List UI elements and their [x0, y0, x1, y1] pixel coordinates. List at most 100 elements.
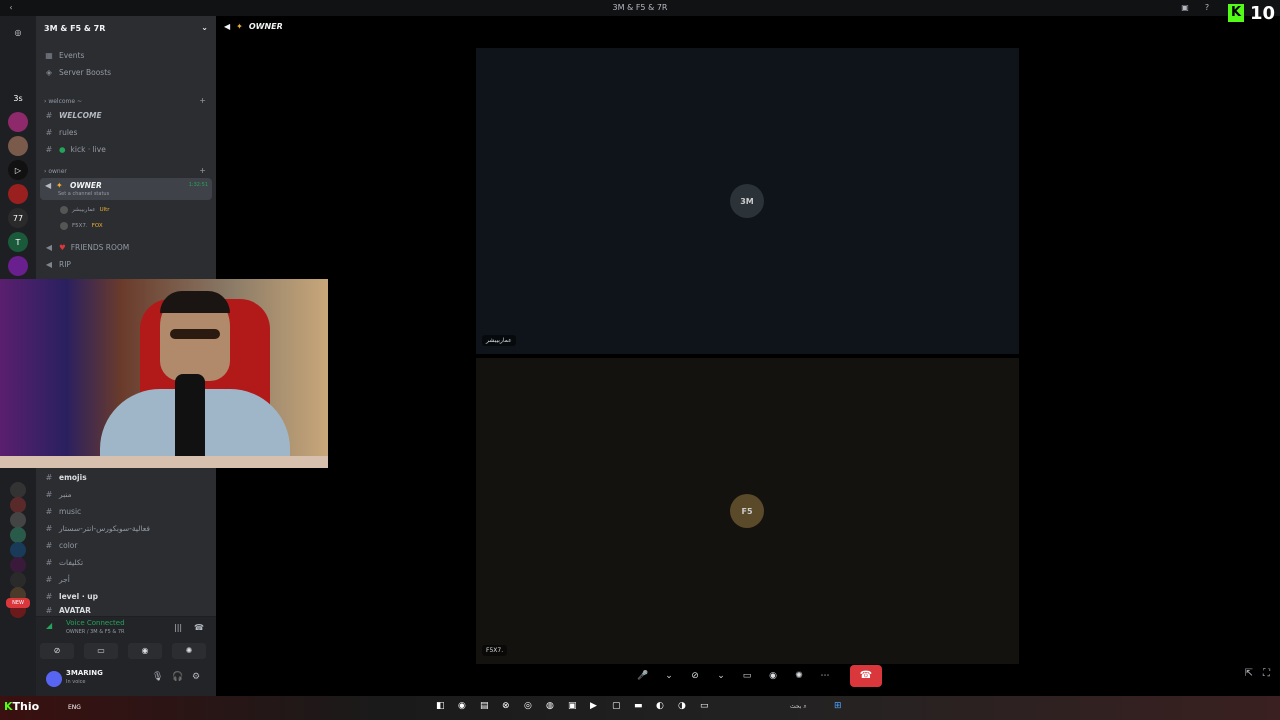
app-icon[interactable]: ▤: [480, 701, 489, 711]
server-icon[interactable]: 77: [8, 208, 28, 228]
voice-channel-rip[interactable]: ◀ RIP: [44, 257, 71, 271]
app-icon[interactable]: ◉: [458, 701, 466, 711]
voice-location[interactable]: OWNER / 3M & F5 & 7R: [66, 629, 124, 635]
firefox-icon[interactable]: ◐: [656, 701, 664, 711]
call-controls: 🎤 ⌄ ⊘ ⌄ ▭ ◉ ✺ ⋯ ☎: [636, 665, 882, 687]
server-icon[interactable]: [8, 256, 28, 276]
gear-icon[interactable]: ⚙: [192, 672, 200, 682]
participant-tile[interactable]: F5 F5X7.: [476, 358, 1019, 664]
app-icon[interactable]: ▭: [700, 701, 709, 711]
help-icon[interactable]: ?: [1202, 3, 1212, 13]
disconnect-icon[interactable]: ☎: [194, 623, 204, 632]
server-icon[interactable]: [8, 184, 28, 204]
add-channel-icon[interactable]: +: [199, 96, 206, 105]
title-bar: ‹ 3M & F5 & 7R ▣ ?: [0, 0, 1280, 16]
torn-edge: [0, 456, 328, 468]
screen-share-icon[interactable]: ▭: [740, 669, 754, 683]
server-boosts-item[interactable]: ◈ Server Boosts: [44, 65, 111, 79]
more-icon[interactable]: ⋯: [818, 669, 832, 683]
category-welcome[interactable]: › welcome ~: [44, 98, 82, 105]
discord-icon[interactable]: ◎: [524, 701, 532, 711]
minecraft-icon[interactable]: ▣: [568, 701, 577, 711]
sunglasses: [170, 329, 220, 339]
events-item[interactable]: ▦ Events: [44, 48, 84, 62]
camera-off-button[interactable]: ⊘: [40, 643, 74, 659]
add-channel-icon[interactable]: +: [199, 166, 206, 175]
server-icon[interactable]: [10, 497, 26, 513]
folder-icon[interactable]: ▬: [634, 701, 643, 711]
chrome-icon[interactable]: ◍: [546, 701, 554, 711]
server-icon[interactable]: [10, 512, 26, 528]
server-header[interactable]: 3M & F5 & 7R ⌄: [36, 16, 216, 40]
green-dot-icon: ●: [59, 144, 66, 154]
server-icon[interactable]: ▷: [8, 160, 28, 180]
hash-icon: #: [45, 506, 53, 516]
headphones-icon[interactable]: 🎧: [172, 672, 183, 682]
channel-kick-live[interactable]: # ● kick · live: [44, 142, 106, 156]
channel-color[interactable]: # color: [44, 538, 78, 552]
channel-takleefat[interactable]: # تكليفات: [44, 555, 83, 569]
inbox-icon[interactable]: ▣: [1180, 3, 1190, 13]
fullscreen-icon[interactable]: ⛶: [1263, 668, 1270, 679]
new-badge: NEW: [6, 598, 30, 608]
taskbar-search[interactable]: بحث ⌕: [790, 703, 807, 711]
screen-share-button[interactable]: ▭: [84, 643, 118, 659]
channel-ajr[interactable]: # أجر: [44, 572, 70, 586]
camera-off-icon[interactable]: ⊘: [688, 669, 702, 683]
channel-minbar[interactable]: # منبر: [44, 487, 72, 501]
server-icon[interactable]: [10, 482, 26, 498]
channel-event[interactable]: # فعالية-سوبكورس-انتر-سستار: [44, 521, 150, 535]
activity-icon[interactable]: ◉: [766, 669, 780, 683]
channel-level-up[interactable]: # level · up: [44, 589, 98, 603]
hash-icon: #: [45, 523, 53, 533]
voice-member[interactable]: عماربيبشر Ultr: [60, 206, 110, 214]
kick-viewer-count: 10: [1250, 3, 1276, 24]
server-icon[interactable]: [10, 557, 26, 573]
chevron-down-icon[interactable]: ⌄: [714, 669, 728, 683]
channel-avatar[interactable]: # AVATAR: [44, 606, 91, 614]
play-icon[interactable]: ▶: [590, 701, 597, 711]
avatar: [60, 206, 68, 214]
xbox-icon[interactable]: ⊗: [502, 701, 510, 711]
server-icon[interactable]: 3s: [8, 88, 28, 108]
signal-icon[interactable]: ◢: [46, 621, 52, 630]
server-icon[interactable]: [10, 572, 26, 588]
os-taskbar: KThio ENG ◧ ◉ ▤ ⊗ ◎ ◍ ▣ ▶ ▢ ▬ ◐ ◑ ▭ بحث …: [0, 696, 1280, 720]
soundboard-button[interactable]: ✺: [172, 643, 206, 659]
server-icon[interactable]: [8, 112, 28, 132]
activity-button[interactable]: ◉: [128, 643, 162, 659]
edge-icon[interactable]: ◑: [678, 701, 686, 711]
discord-home-icon[interactable]: ◎: [8, 22, 28, 42]
soundboard-icon[interactable]: ✺: [792, 669, 806, 683]
noise-suppression-icon[interactable]: |||: [174, 623, 182, 632]
avatar[interactable]: [46, 671, 62, 687]
server-icon[interactable]: [8, 136, 28, 156]
voice-member[interactable]: F5X7. FOX: [60, 222, 103, 230]
windows-start-icon[interactable]: ⊞: [834, 701, 842, 711]
app-icon[interactable]: ◧: [436, 701, 445, 711]
chevron-down-icon[interactable]: ⌄: [662, 669, 676, 683]
popout-icon[interactable]: ⇱: [1245, 668, 1253, 679]
server-icon[interactable]: [10, 542, 26, 558]
channel-rules[interactable]: # rules: [44, 125, 78, 139]
category-owner[interactable]: › owner: [44, 168, 67, 175]
chevron-down-icon: ⌄: [201, 23, 208, 32]
microphone-icon[interactable]: 🎤: [636, 669, 650, 683]
participant-name: F5X7.: [482, 645, 508, 656]
hash-icon: #: [45, 127, 53, 137]
channel-welcome[interactable]: # WELCOME: [44, 108, 102, 122]
voice-stage: ◀ ✦ OWNER 3M عماربيبشر F5 F5X7. 🎤 ⌄ ⊘ ⌄ …: [216, 16, 1280, 696]
channel-music[interactable]: # music: [44, 504, 82, 518]
server-icon[interactable]: [10, 527, 26, 543]
voice-channel-owner[interactable]: ◀ ✦ OWNER Set a channel status 1:32:51: [40, 178, 212, 200]
user-status: In voice: [66, 679, 86, 685]
app-icon[interactable]: ▢: [612, 701, 621, 711]
microphone-icon[interactable]: 🎙: [152, 672, 163, 682]
participant-tile[interactable]: 3M عماربيبشر: [476, 48, 1019, 354]
server-name: 3M & F5 & 7R: [44, 24, 106, 33]
channel-emojis[interactable]: # emojis: [44, 470, 87, 484]
server-icon[interactable]: T: [8, 232, 28, 252]
voice-channel-friends[interactable]: ◀ ♥ FRIENDS ROOM: [44, 240, 129, 254]
language-indicator[interactable]: ENG: [68, 704, 81, 711]
disconnect-button[interactable]: ☎: [850, 665, 882, 687]
